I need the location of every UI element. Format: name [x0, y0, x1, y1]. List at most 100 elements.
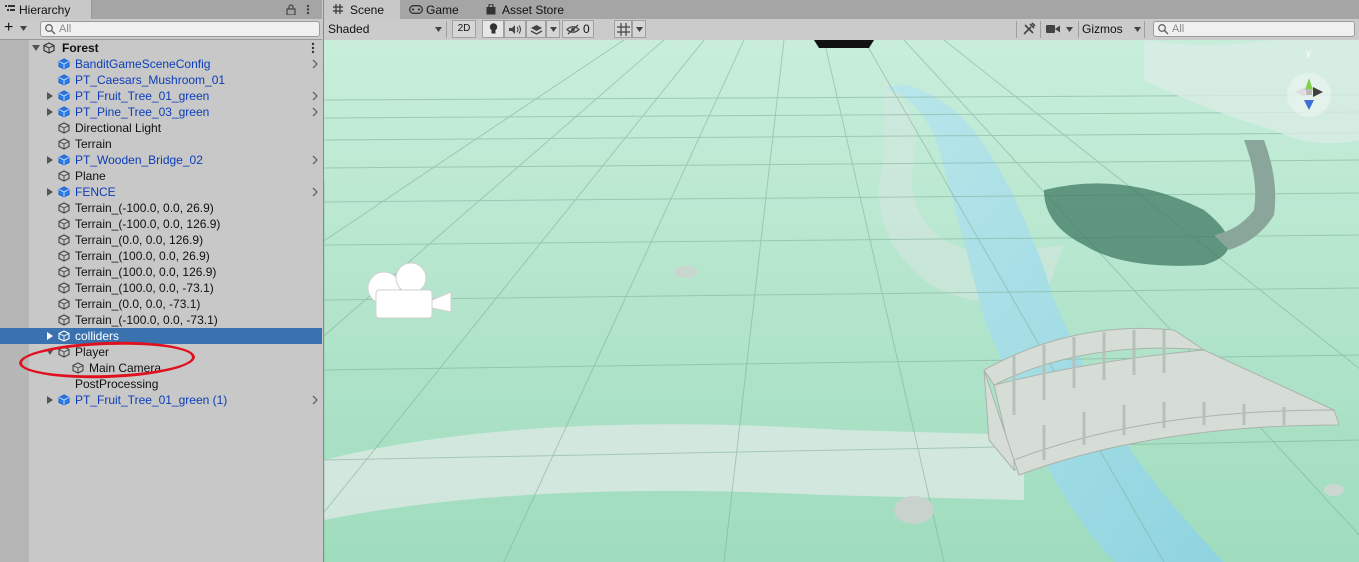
- hierarchy-item[interactable]: PostProcessing: [0, 376, 322, 392]
- lightbulb-icon: [489, 23, 498, 34]
- gameobject-cube-icon: [58, 234, 70, 246]
- dark-object: [814, 40, 874, 48]
- grid-toggle[interactable]: [614, 20, 632, 38]
- hierarchy-item[interactable]: PT_Pine_Tree_03_green: [0, 104, 322, 120]
- expand-arrow-icon[interactable]: [46, 396, 54, 404]
- scene-visibility-toggle[interactable]: 0: [562, 20, 594, 38]
- effects-dropdown[interactable]: [546, 20, 560, 38]
- hierarchy-item[interactable]: Terrain_(0.0, 0.0, 126.9): [0, 232, 322, 248]
- scene-render: y: [324, 40, 1359, 562]
- add-dropdown-icon[interactable]: [20, 26, 27, 31]
- expand-arrow-icon[interactable]: [46, 92, 54, 100]
- tab-asset-store[interactable]: Asset Store: [476, 0, 576, 19]
- camera-settings-dropdown[interactable]: [1046, 20, 1076, 38]
- unity-scene-icon: [43, 42, 55, 54]
- hierarchy-item[interactable]: Terrain_(100.0, 0.0, 126.9): [0, 264, 322, 280]
- gameobject-cube-icon: [58, 330, 70, 342]
- lock-icon[interactable]: [286, 4, 296, 15]
- add-button[interactable]: +: [4, 20, 13, 36]
- tab-game[interactable]: Game: [402, 0, 474, 19]
- hierarchy-item[interactable]: Plane: [0, 168, 322, 184]
- audio-toggle[interactable]: [504, 20, 526, 38]
- hierarchy-item[interactable]: Terrain_(-100.0, 0.0, 126.9): [0, 216, 322, 232]
- layers-icon: [530, 25, 543, 35]
- toolbar-divider: [1016, 21, 1017, 38]
- hierarchy-tabbar: Hierarchy: [0, 0, 322, 19]
- expand-arrow-icon[interactable]: [46, 332, 54, 340]
- hierarchy-item-label: Terrain: [75, 137, 112, 151]
- toolbar-divider: [1040, 21, 1041, 38]
- hierarchy-item[interactable]: colliders: [0, 328, 322, 344]
- scene-root-row[interactable]: Forest: [0, 40, 322, 56]
- prefab-cube-icon: [58, 186, 70, 198]
- scene-menu-icon[interactable]: [311, 42, 315, 54]
- hierarchy-search-input[interactable]: All: [40, 21, 320, 37]
- expand-arrow-icon[interactable]: [32, 44, 40, 52]
- gameobject-cube-icon: [58, 298, 70, 310]
- chevron-right-icon[interactable]: [311, 59, 319, 69]
- gizmo-y-label: y: [1306, 48, 1311, 59]
- hierarchy-item[interactable]: Terrain_(-100.0, 0.0, 26.9): [0, 200, 322, 216]
- tab-scene[interactable]: Scene: [324, 0, 400, 19]
- hierarchy-item[interactable]: PT_Fruit_Tree_01_green (1): [0, 392, 322, 408]
- chevron-right-icon[interactable]: [311, 107, 319, 117]
- toolbar-divider: [1078, 21, 1079, 38]
- gameobject-cube-icon: [58, 122, 70, 134]
- hidden-eye-icon: [566, 24, 580, 35]
- chevron-right-icon[interactable]: [311, 155, 319, 165]
- toggle-2d-button[interactable]: 2D: [452, 20, 476, 38]
- rock: [894, 496, 934, 524]
- tab-hierarchy[interactable]: Hierarchy: [0, 0, 92, 19]
- hierarchy-item[interactable]: Player: [0, 344, 322, 360]
- hierarchy-item[interactable]: Terrain_(100.0, 0.0, -73.1): [0, 280, 322, 296]
- hierarchy-item[interactable]: Terrain_(-100.0, 0.0, -73.1): [0, 312, 322, 328]
- hierarchy-item-label: colliders: [75, 329, 120, 343]
- chevron-down-icon: [1134, 27, 1141, 32]
- hierarchy-item[interactable]: Directional Light: [0, 120, 322, 136]
- lighting-toggle[interactable]: [482, 20, 504, 38]
- panel-menu-icon[interactable]: [306, 4, 310, 15]
- scene-search-placeholder: All: [1172, 23, 1185, 35]
- gizmos-dropdown[interactable]: Gizmos: [1082, 20, 1142, 38]
- gameobject-cube-icon: [72, 362, 84, 374]
- scene-toolbar: Shaded 2D 0 Gizmos All: [324, 19, 1359, 41]
- toolbar-divider: [446, 21, 447, 38]
- hierarchy-item[interactable]: Main Camera: [0, 360, 322, 376]
- hierarchy-item[interactable]: Terrain_(0.0, 0.0, -73.1): [0, 296, 322, 312]
- hierarchy-toolbar: + All: [0, 19, 322, 40]
- scene-viewport[interactable]: y: [324, 40, 1359, 562]
- grid-dropdown[interactable]: [632, 20, 646, 38]
- gameobject-cube-icon: [58, 202, 70, 214]
- collapse-arrow-icon[interactable]: [46, 348, 54, 356]
- hierarchy-item[interactable]: PT_Wooden_Bridge_02: [0, 152, 322, 168]
- hierarchy-item[interactable]: FENCE: [0, 184, 322, 200]
- grid-snap-icon: [617, 23, 630, 36]
- hierarchy-item[interactable]: Terrain: [0, 136, 322, 152]
- toggle-2d-label: 2D: [457, 23, 471, 34]
- hierarchy-item-label: PT_Pine_Tree_03_green: [75, 105, 210, 119]
- gameobject-cube-icon: [58, 282, 70, 294]
- prefab-cube-icon: [58, 90, 70, 102]
- chevron-right-icon[interactable]: [311, 187, 319, 197]
- expand-arrow-icon[interactable]: [46, 108, 54, 116]
- hidden-count: 0: [583, 22, 590, 36]
- chevron-right-icon[interactable]: [311, 395, 319, 405]
- hierarchy-item-label: PT_Fruit_Tree_01_green (1): [75, 393, 228, 407]
- expand-arrow-icon[interactable]: [46, 156, 54, 164]
- hierarchy-item[interactable]: PT_Caesars_Mushroom_01: [0, 72, 322, 88]
- scene-search-input[interactable]: All: [1153, 21, 1355, 37]
- hierarchy-item[interactable]: Terrain_(100.0, 0.0, 26.9): [0, 248, 322, 264]
- expand-arrow-icon[interactable]: [46, 188, 54, 196]
- hierarchy-item-label: BanditGameSceneConfig: [75, 57, 211, 71]
- hierarchy-tree: Forest BanditGameSceneConfig PT_Caesars_M…: [0, 40, 322, 562]
- hierarchy-item[interactable]: PT_Fruit_Tree_01_green: [0, 88, 322, 104]
- tab-game-label: Game: [426, 3, 459, 17]
- chevron-right-icon[interactable]: [311, 91, 319, 101]
- effects-toggle[interactable]: [526, 20, 546, 38]
- hierarchy-item[interactable]: BanditGameSceneConfig: [0, 56, 322, 72]
- chevron-down-icon: [636, 27, 643, 32]
- prefab-cube-icon: [58, 106, 70, 118]
- shading-mode-dropdown[interactable]: Shaded: [328, 20, 444, 38]
- orientation-gizmo[interactable]: [1287, 73, 1331, 117]
- tools-icon[interactable]: [1022, 22, 1036, 36]
